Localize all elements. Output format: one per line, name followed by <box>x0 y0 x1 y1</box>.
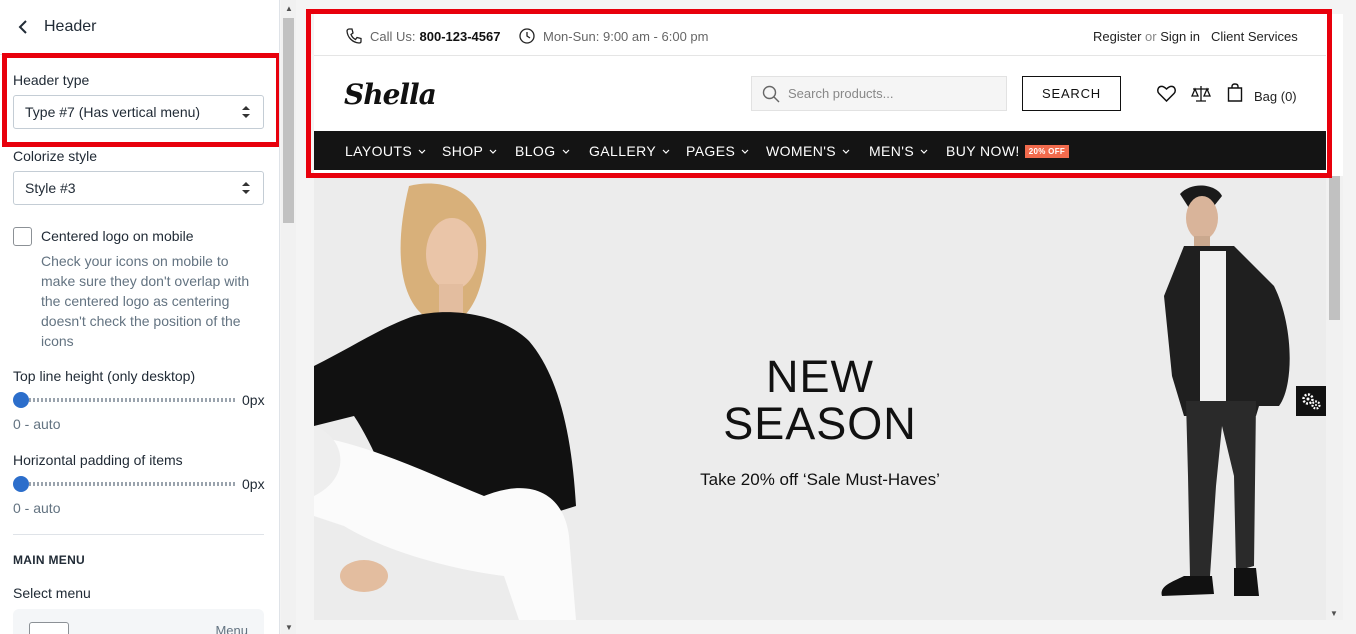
colorize-style-label: Colorize style <box>13 148 98 164</box>
horizontal-padding-value: 0px <box>242 476 265 492</box>
slider-thumb[interactable] <box>13 476 29 492</box>
top-line-height-slider[interactable] <box>13 392 235 408</box>
menu-card-text: Menu <box>215 623 248 634</box>
menu-picker-card[interactable]: Menu <box>13 609 264 634</box>
settings-gear-button[interactable] <box>1296 386 1326 416</box>
highlight-box <box>306 9 1332 178</box>
theme-editor: Header Header type Type #7 (Has vertical… <box>0 0 1356 634</box>
menu-thumbnail <box>29 622 69 634</box>
hero-woman-image <box>314 183 576 620</box>
scroll-up-icon[interactable]: ▲ <box>285 4 293 13</box>
panel-title: Header <box>44 18 97 35</box>
slider-thumb[interactable] <box>13 392 29 408</box>
horizontal-padding-slider[interactable] <box>13 476 235 492</box>
slider-track <box>17 398 235 402</box>
hero-banner[interactable]: NEW SEASON Take 20% off ‘Sale Must-Haves… <box>314 176 1326 620</box>
select-arrows-icon <box>242 182 250 194</box>
scroll-down-icon[interactable]: ▼ <box>1330 609 1338 618</box>
highlight-box <box>2 53 279 147</box>
preview-scrollbar[interactable]: ▼ <box>1326 176 1343 620</box>
colorize-style-value: Style #3 <box>25 180 76 196</box>
horizontal-padding-label: Horizontal padding of items <box>13 452 183 468</box>
gears-icon <box>1302 393 1321 410</box>
top-line-height-label: Top line height (only desktop) <box>13 368 196 384</box>
horizontal-padding-note: 0 - auto <box>13 500 61 516</box>
centered-logo-help: Check your icons on mobile to make sure … <box>41 253 250 349</box>
scroll-down-icon[interactable]: ▼ <box>285 623 293 632</box>
panel-header: Header <box>0 0 279 55</box>
scrollbar-thumb[interactable] <box>283 18 294 223</box>
main-menu-heading: MAIN MENU <box>13 553 86 567</box>
hero-man-image <box>1161 185 1290 596</box>
scrollbar-thumb[interactable] <box>1329 176 1340 320</box>
hero-title-line-1: NEW <box>766 351 874 402</box>
hero-subtitle: Take 20% off ‘Sale Must-Haves’ <box>700 470 940 489</box>
top-line-height-note: 0 - auto <box>13 416 61 432</box>
settings-panel: Header Header type Type #7 (Has vertical… <box>0 0 280 634</box>
slider-track <box>17 482 235 486</box>
centered-logo-checkbox[interactable] <box>13 227 32 246</box>
editor-scrollbar[interactable]: ▲ ▼ <box>281 0 296 634</box>
centered-logo-label: Centered logo on mobile <box>41 228 194 244</box>
top-line-height-value: 0px <box>242 392 265 408</box>
hero-title-line-2: SEASON <box>723 398 917 449</box>
hero-title: NEW SEASON <box>714 353 926 447</box>
section-divider <box>13 534 264 535</box>
colorize-style-select[interactable]: Style #3 <box>13 171 264 205</box>
back-arrow-icon[interactable] <box>14 18 32 36</box>
select-menu-label: Select menu <box>13 585 91 601</box>
